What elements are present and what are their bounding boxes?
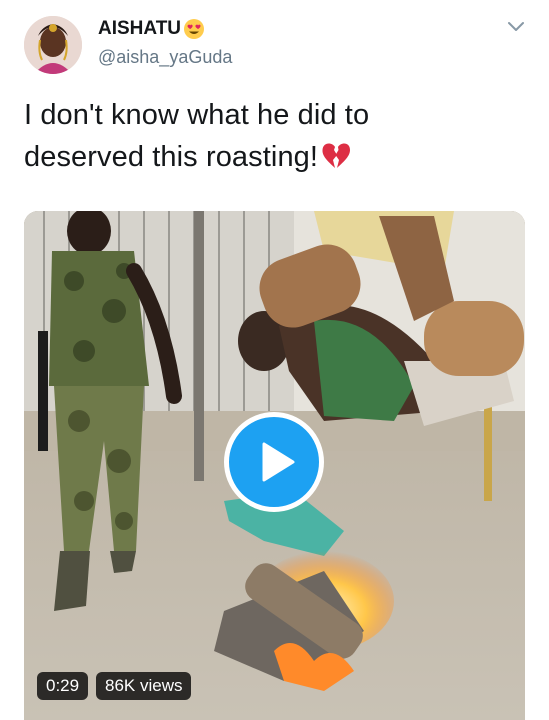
author-handle[interactable]: @aisha_yaGuda <box>98 47 232 68</box>
play-button[interactable] <box>224 412 324 512</box>
video-duration: 0:29 <box>37 672 89 700</box>
chevron-down-icon[interactable] <box>507 20 525 34</box>
author-display-name[interactable]: AISHATU <box>98 18 205 40</box>
author-name-text: AISHATU <box>98 18 182 39</box>
tweet-text-line-2: deserved this roasting! <box>24 136 524 178</box>
avatar-image <box>24 16 82 74</box>
tweet-text-line-1: I don't know what he did to <box>24 99 370 131</box>
avatar[interactable] <box>24 16 82 74</box>
tweet-text-line-2-text: deserved this roasting! <box>24 141 319 173</box>
play-icon <box>262 442 295 482</box>
video-views: 86K views <box>96 672 192 700</box>
broken-heart-emoji <box>320 141 352 171</box>
tweet-text: I don't know what he did to deserved thi… <box>24 94 524 178</box>
heart-eyes-emoji <box>183 18 205 40</box>
